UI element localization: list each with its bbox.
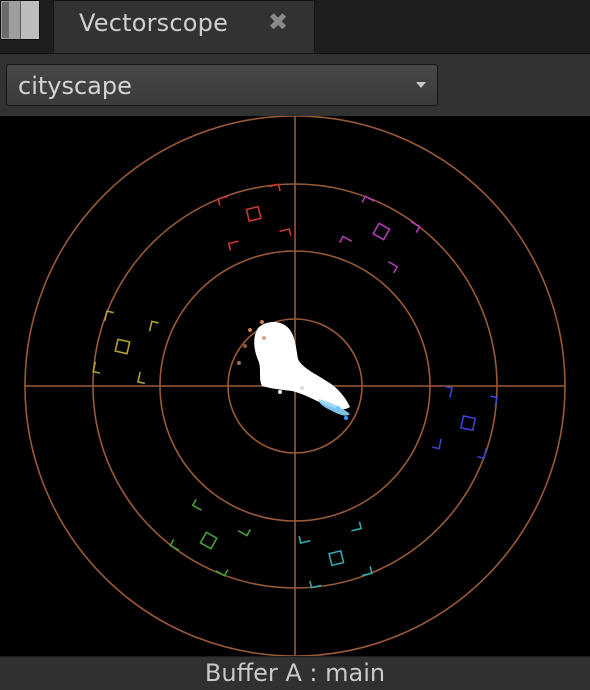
target-cy-bracket-1 — [351, 521, 363, 532]
target-r — [217, 183, 292, 251]
target-b-inner — [459, 415, 477, 432]
target-b-bracket-3 — [490, 395, 499, 408]
panel-menu-icon[interactable] — [0, 0, 40, 40]
trace-speckle-8 — [300, 386, 304, 390]
target-b-bracket-2 — [432, 438, 442, 450]
trace-speckle-5 — [237, 361, 241, 365]
trace-speckle-3 — [262, 336, 266, 340]
tab-title: Vectorscope — [79, 9, 229, 37]
signal-trace — [237, 320, 350, 420]
trace-speckle-4 — [243, 344, 247, 348]
target-cy-bracket-2 — [298, 535, 311, 544]
target-g-inner — [199, 531, 218, 550]
viewer-select-value: cityscape — [18, 72, 132, 100]
target-r-bracket-1 — [227, 240, 239, 251]
panel-menu-icon-edge — [2, 2, 9, 38]
target-mg-bracket-2 — [388, 261, 399, 274]
target-yl-bracket-2 — [148, 320, 159, 332]
target-g-bracket-2 — [191, 498, 202, 511]
viewer-toolbar: cityscape — [0, 54, 590, 116]
vectorscope-display — [0, 116, 590, 656]
target-yl-bracket-4 — [103, 310, 114, 322]
status-bar: Buffer A : main — [0, 656, 590, 690]
target-r-bracket-2 — [279, 228, 292, 237]
target-mg-inner — [372, 222, 391, 241]
viewer-select[interactable]: cityscape — [6, 64, 438, 106]
target-cy-bracket-3 — [361, 566, 373, 577]
target-yl-inner — [114, 338, 131, 355]
trace-speckle-9 — [278, 390, 282, 394]
tab-bar: Vectorscope ✖ — [0, 0, 590, 54]
target-g-bracket-1 — [237, 529, 252, 537]
trace-speckle-6 — [336, 406, 340, 410]
trace-speckle-2 — [260, 320, 264, 324]
target-mg-bracket-1 — [338, 235, 353, 243]
trace-speckle-7 — [344, 416, 348, 420]
target-mg-bracket-4 — [410, 220, 421, 234]
target-r-bracket-3 — [217, 195, 229, 206]
target-mg — [338, 195, 421, 274]
target-r-inner — [245, 205, 262, 223]
status-text: Buffer A : main — [204, 659, 386, 687]
trace-speckle-1 — [248, 328, 252, 332]
close-icon[interactable]: ✖ — [266, 10, 290, 34]
target-mg-bracket-3 — [361, 195, 375, 203]
chevron-down-icon[interactable] — [416, 82, 426, 88]
target-g-bracket-3 — [215, 569, 229, 577]
target-yl-bracket-3 — [92, 361, 101, 374]
trace-body — [254, 322, 350, 410]
target-cy — [298, 521, 373, 589]
tab-vectorscope[interactable]: Vectorscope ✖ — [53, 0, 315, 53]
target-yl-bracket-1 — [137, 371, 145, 385]
panel-menu-icon-right — [21, 1, 39, 39]
target-b-bracket-4 — [477, 448, 487, 460]
target-g — [169, 498, 252, 577]
target-cy-inner — [328, 549, 345, 567]
target-g-bracket-4 — [169, 538, 180, 552]
target-b-bracket-1 — [445, 385, 454, 398]
vectorscope-plot — [24, 116, 566, 656]
